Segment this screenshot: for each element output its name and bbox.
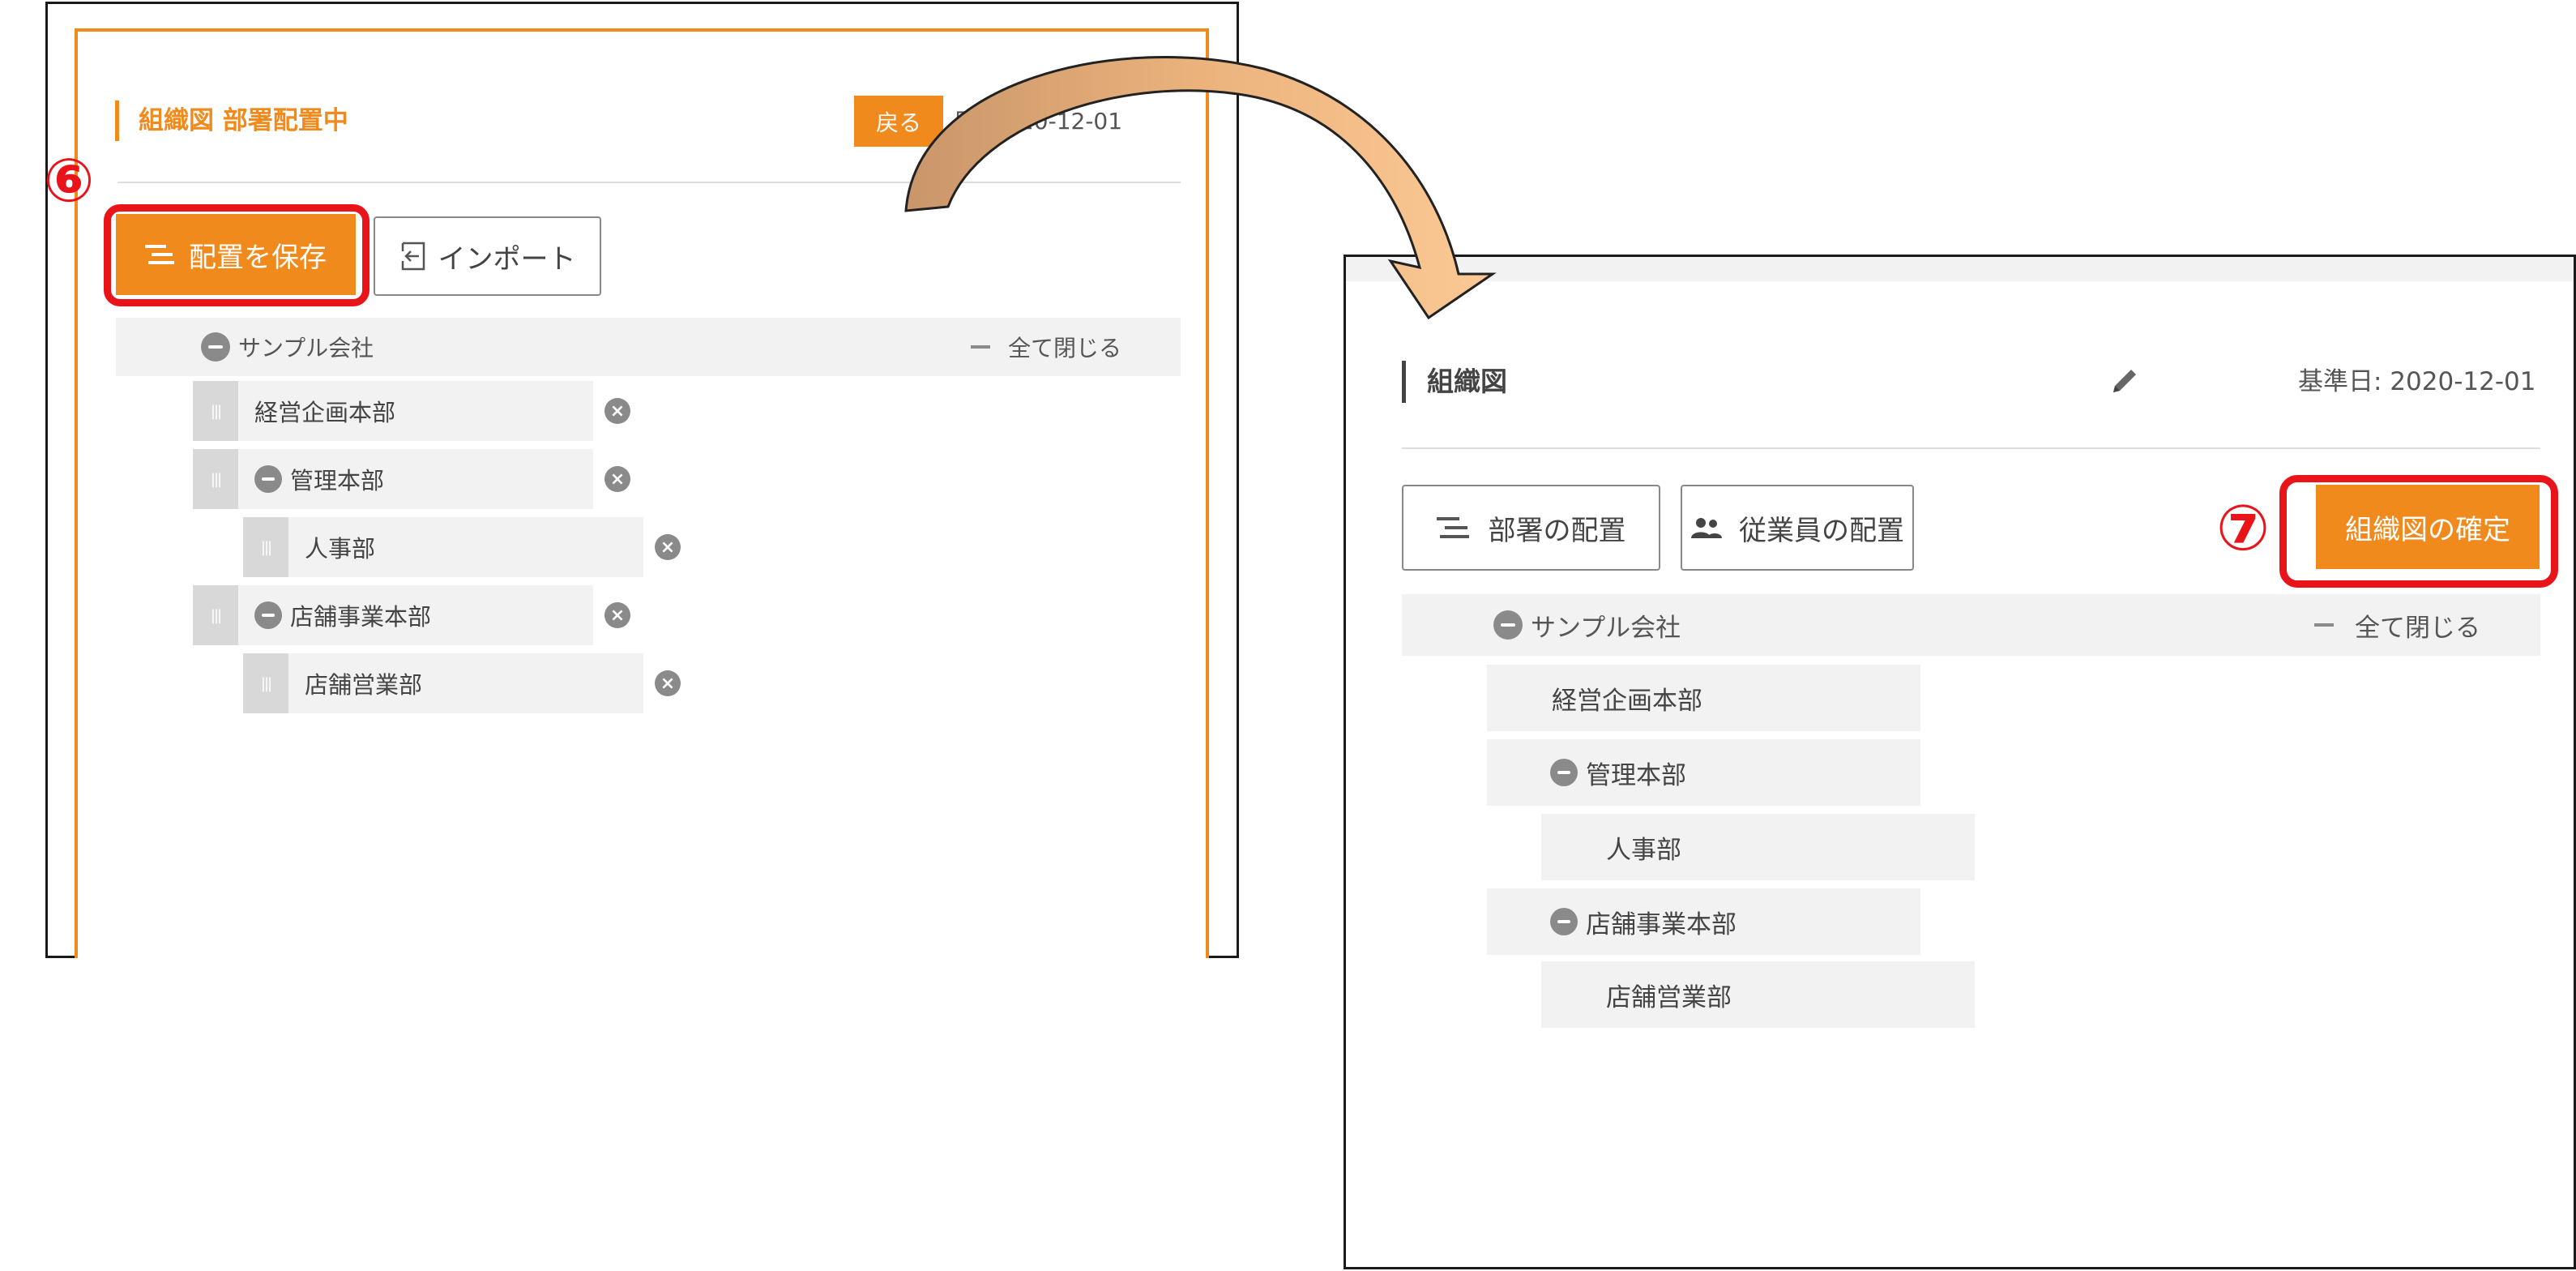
transition-arrow-icon — [904, 56, 1497, 320]
